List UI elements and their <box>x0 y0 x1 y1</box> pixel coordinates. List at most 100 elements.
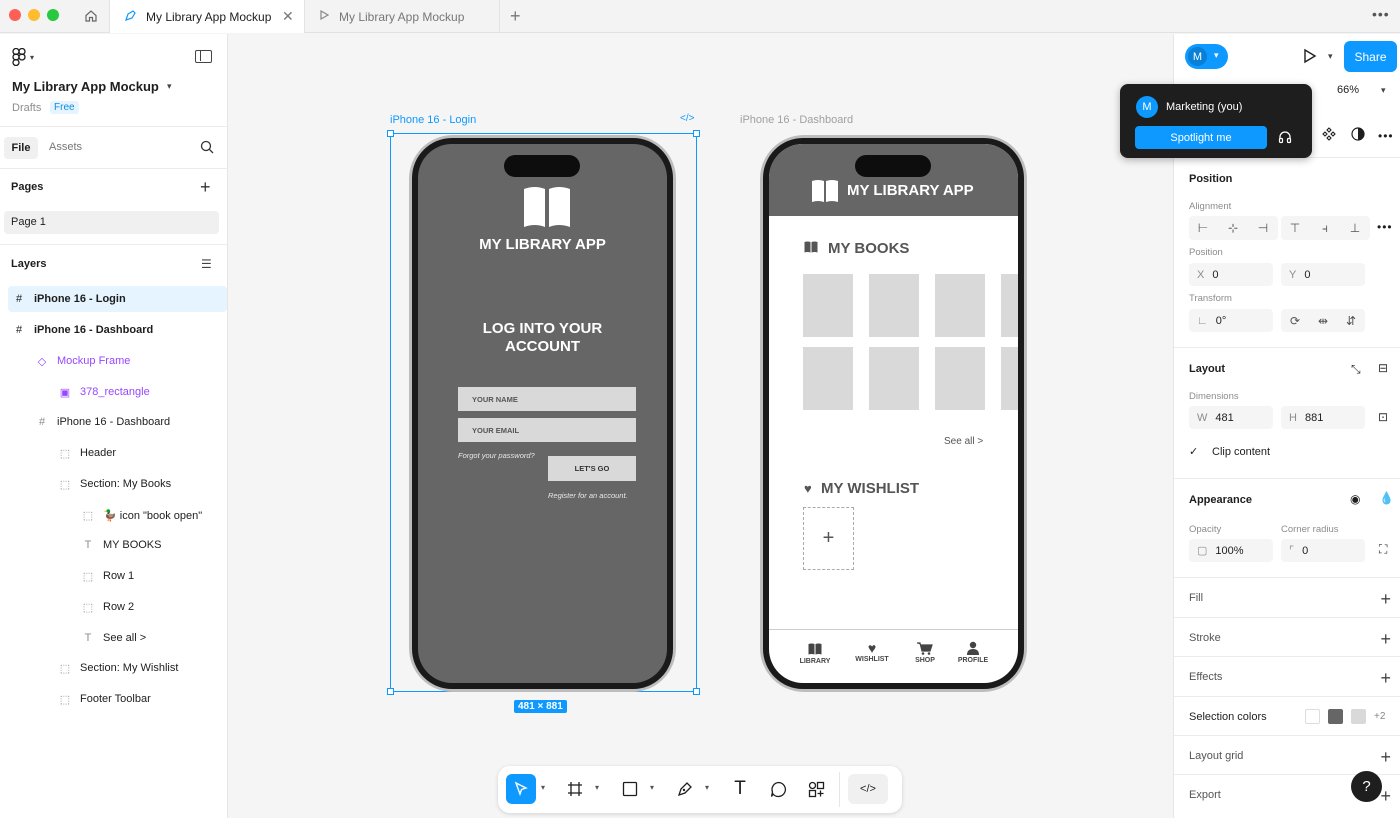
share-button[interactable]: Share <box>1344 41 1397 72</box>
email-field[interactable]: YOUR EMAIL <box>458 418 636 442</box>
layer-row[interactable]: ◇ Mockup Frame <box>8 348 227 374</box>
layer-row[interactable]: # iPhone 16 - Dashboard <box>8 409 227 435</box>
corner-radius-field[interactable]: ⌜ 0 <box>1281 539 1365 562</box>
frame-label-dashboard[interactable]: iPhone 16 - Dashboard <box>740 114 853 126</box>
layer-row[interactable]: ⬚ Row 2 <box>8 594 227 620</box>
eye-icon[interactable]: ◉ <box>1350 492 1360 506</box>
layer-row[interactable]: ⬚ 🦆 icon "book open" <box>8 502 227 528</box>
phone-mockup-login[interactable]: MY LIBRARY APP LOG INTO YOUR ACCOUNT YOU… <box>409 135 676 692</box>
flip-horizontal-icon[interactable]: ⇹ <box>1312 310 1334 332</box>
dev-mode-icon[interactable]: </> <box>680 113 694 124</box>
layer-row[interactable]: ⬚ Header <box>8 440 227 466</box>
mask-icon[interactable] <box>1351 127 1365 144</box>
close-tab-icon[interactable]: ✕ <box>282 8 294 25</box>
spotlight-me-button[interactable]: Spotlight me <box>1135 126 1267 149</box>
pen-tool-button[interactable] <box>670 774 700 804</box>
flip-vertical-icon[interactable]: ⇵ <box>1340 310 1362 332</box>
add-fill-icon[interactable]: + <box>1380 590 1391 608</box>
x-field[interactable]: X 0 <box>1189 263 1273 286</box>
tab-file-active[interactable]: My Library App Mockup ✕ <box>109 0 305 33</box>
home-icon[interactable] <box>80 6 102 26</box>
book-tile[interactable] <box>869 274 919 337</box>
align-top-icon[interactable]: ⊤ <box>1284 217 1306 239</box>
file-name[interactable]: My Library App Mockup <box>12 79 159 94</box>
rotate-icon[interactable]: ⟳ <box>1284 310 1306 332</box>
nav-wishlist[interactable]: ♥ WISHLIST <box>850 641 894 664</box>
layer-row[interactable]: # iPhone 16 - Login <box>8 286 227 312</box>
sidebar-toggle-icon[interactable] <box>195 50 212 63</box>
forgot-password-link[interactable]: Forgot your password? <box>458 451 535 460</box>
layer-options-icon[interactable]: ☰ <box>201 257 212 271</box>
name-field[interactable]: YOUR NAME <box>458 387 636 411</box>
align-center-icon[interactable]: ⊹ <box>1222 217 1244 239</box>
color-swatch[interactable] <box>1305 709 1320 724</box>
comment-tool-button[interactable] <box>763 774 793 804</box>
headphones-icon[interactable] <box>1278 130 1292 147</box>
tab-assets[interactable]: Assets <box>49 141 82 153</box>
move-tool-button[interactable] <box>506 774 536 804</box>
add-effect-icon[interactable]: + <box>1380 669 1391 687</box>
layout-grid-section[interactable]: Layout grid + <box>1174 735 1400 774</box>
book-tile[interactable] <box>869 347 919 410</box>
blend-mode-icon[interactable]: 💧 <box>1379 491 1394 505</box>
chevron-down-icon[interactable]: ▾ <box>650 783 654 792</box>
resize-handle[interactable] <box>387 130 394 137</box>
height-field[interactable]: H 881 <box>1281 406 1365 429</box>
y-field[interactable]: Y 0 <box>1281 263 1365 286</box>
main-menu-button[interactable]: ▾ <box>12 48 34 66</box>
nav-profile[interactable]: PROFILE <box>951 641 995 664</box>
book-tile[interactable] <box>935 347 985 410</box>
color-swatch[interactable] <box>1328 709 1343 724</box>
resize-handle[interactable] <box>693 688 700 695</box>
nav-shop[interactable]: SHOP <box>903 642 947 664</box>
collapse-icon[interactable]: ⤡ <box>1351 362 1361 377</box>
book-tile[interactable] <box>1001 274 1018 337</box>
more-options-icon[interactable]: ••• <box>1372 6 1390 22</box>
layer-row[interactable]: T MY BOOKS <box>8 532 227 558</box>
nav-library[interactable]: LIBRARY <box>793 643 837 665</box>
text-tool-button[interactable]: T <box>725 774 755 804</box>
tab-file[interactable]: File <box>4 137 38 159</box>
layer-row[interactable]: ⬚ Footer Toolbar <box>8 686 227 712</box>
stroke-section[interactable]: Stroke + <box>1174 617 1400 656</box>
align-right-icon[interactable]: ⊣ <box>1252 217 1274 239</box>
component-icon[interactable] <box>1322 127 1336 144</box>
rotation-field[interactable]: ∟ 0° <box>1189 309 1273 332</box>
tab-prototype[interactable]: My Library App Mockup <box>306 0 500 33</box>
chevron-down-icon[interactable]: ▾ <box>541 783 545 792</box>
align-bottom-icon[interactable]: ⊥ <box>1344 217 1366 239</box>
dev-mode-toggle[interactable]: </> <box>848 774 888 804</box>
book-tile[interactable] <box>803 274 853 337</box>
book-tile[interactable] <box>935 274 985 337</box>
frame-label-login[interactable]: iPhone 16 - Login <box>390 114 476 126</box>
canvas[interactable]: iPhone 16 - Login </> 481 × 881 MY LIBRA… <box>228 34 1173 818</box>
maximize-window-button[interactable] <box>47 9 59 21</box>
color-swatch[interactable] <box>1351 709 1366 724</box>
layer-row[interactable]: ⬚ Section: My Wishlist <box>8 655 227 681</box>
more-colors-count[interactable]: +2 <box>1374 711 1385 722</box>
add-layout-grid-icon[interactable]: + <box>1380 748 1391 766</box>
align-left-icon[interactable]: ⊢ <box>1192 217 1214 239</box>
zoom-level[interactable]: 66% <box>1337 84 1359 96</box>
more-align-icon[interactable]: ••• <box>1377 220 1393 234</box>
auto-layout-icon[interactable]: ⊟ <box>1378 361 1388 375</box>
lets-go-button[interactable]: LET'S GO <box>548 456 636 481</box>
add-page-icon[interactable]: + <box>200 177 211 198</box>
clip-content-checkbox[interactable]: ✓ <box>1189 445 1203 459</box>
help-button[interactable]: ? <box>1351 771 1382 802</box>
opacity-field[interactable]: ▢ 100% <box>1189 539 1273 562</box>
minimize-window-button[interactable] <box>28 9 40 21</box>
add-wishlist-button[interactable]: + <box>803 507 854 570</box>
layer-row[interactable]: ⬚ Row 1 <box>8 563 227 589</box>
page-item[interactable]: Page 1 <box>4 211 219 234</box>
more-icon[interactable]: ••• <box>1378 129 1394 143</box>
phone-mockup-dashboard[interactable]: MY LIBRARY APP MY BOOKS See all > ♥ MY W… <box>760 135 1027 692</box>
close-window-button[interactable] <box>9 9 21 21</box>
new-tab-button[interactable]: + <box>510 6 521 27</box>
book-tile[interactable] <box>1001 347 1018 410</box>
resize-handle[interactable] <box>693 130 700 137</box>
effects-section[interactable]: Effects + <box>1174 656 1400 696</box>
shape-tool-button[interactable] <box>615 774 645 804</box>
resize-handle[interactable] <box>387 688 394 695</box>
file-menu-chevron-icon[interactable]: ▾ <box>167 81 172 92</box>
